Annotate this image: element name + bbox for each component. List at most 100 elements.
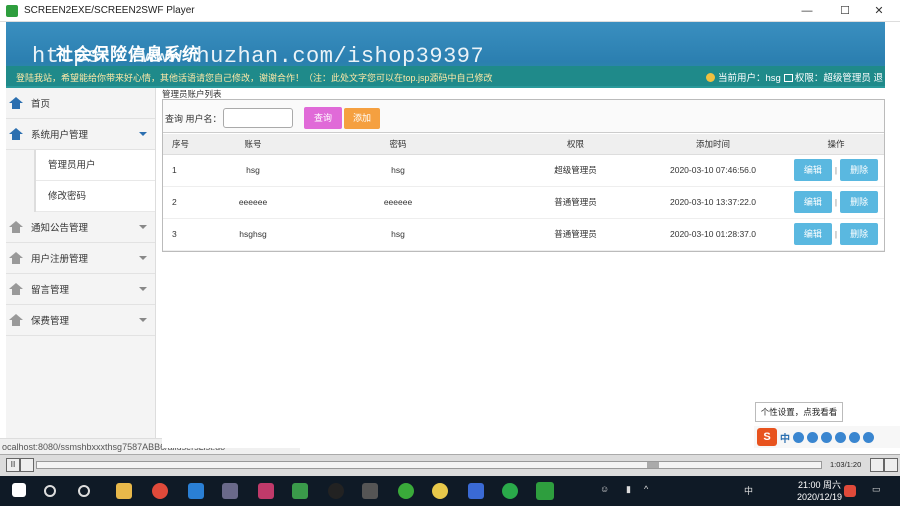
intellij-icon[interactable] [258,483,274,499]
home-icon [9,283,23,295]
chevron-down-icon [139,132,147,136]
browser-360-icon[interactable] [398,483,414,499]
ime-emoji-icon[interactable] [807,431,818,443]
chevron-down-icon [139,256,147,260]
window-title: SCREEN2EXE/SCREEN2SWF Player [24,5,195,16]
settings-icon[interactable] [20,458,34,472]
admin-users-table: 序号 账号 密码 权限 添加时间 操作 1 hsg hsg 超级管理员 2020… [163,134,884,251]
action-center-icon[interactable]: ▭ [872,484,881,495]
ime-tools-icon[interactable] [863,431,874,443]
sidebar-item-notices[interactable]: 通知公告管理 [6,212,155,243]
file-explorer-icon[interactable] [116,483,132,499]
table-row: 2 eeeeee eeeeee 普通管理员 2020-03-10 13:37:2… [163,186,884,219]
cell-role: 普通管理员 [513,218,638,251]
column-header-account: 账号 [223,134,283,155]
qq-icon[interactable] [328,483,344,499]
submenu-item-change-password[interactable]: 修改密码 [36,181,155,212]
sidebar-item-label: 用户注册管理 [31,254,89,265]
notepad-icon[interactable] [292,483,308,499]
player-app-icon [6,4,18,17]
cell-password: hsg [283,218,513,251]
clock-date: 2020/12/19 [796,492,842,502]
username-search-input[interactable] [223,108,293,128]
sidebar-item-system-users[interactable]: 系统用户管理 [6,119,155,150]
home-icon [9,314,23,326]
edge-icon[interactable] [188,483,204,499]
sidebar-item-label: 系统用户管理 [31,130,89,141]
current-user: 当前用户：hsg [718,73,781,84]
query-button[interactable]: 查询 [304,107,342,129]
ime-skin-icon[interactable] [849,431,860,443]
tray-people-icon[interactable]: ☺ [600,484,609,494]
notification-badge-icon[interactable] [844,485,856,497]
chrome-icon[interactable] [152,483,168,499]
cell-password: hsg [283,154,513,187]
tray-expand-icon[interactable]: ^ [644,484,648,494]
cell-seq: 3 [163,218,223,251]
player-title-bar: SCREEN2EXE/SCREEN2SWF Player — ☐ ✕ [0,0,900,22]
tray-ime-mode[interactable]: 中 [744,484,753,497]
ime-voice-icon[interactable] [821,431,832,443]
delete-button[interactable]: 删除 [840,223,879,245]
sidebar-item-registrations[interactable]: 用户注册管理 [6,243,155,274]
home-icon [9,221,23,233]
ime-chinese-mode[interactable]: 中 [780,430,790,445]
sidebar-item-label: 保费管理 [31,316,70,327]
media-player-icon[interactable] [222,483,238,499]
logout-link[interactable]: 退 [873,73,883,84]
cell-account: eeeeee [223,186,283,219]
windows-taskbar: ☺ ▮ ^ 中 21:00 周六 2020/12/19 ▭ [0,476,900,506]
tray-battery-icon: ▮ [626,484,631,494]
sidebar-item-messages[interactable]: 留言管理 [6,274,155,305]
ime-keyboard-icon[interactable] [835,431,846,443]
minimize-button[interactable]: — [790,0,824,22]
delete-button[interactable]: 删除 [840,191,879,213]
ime-toolbar: S 中 [754,426,900,448]
action-separator: | [834,197,838,207]
close-button[interactable]: ✕ [862,0,896,22]
home-icon [9,252,23,264]
cell-actions: 编辑 | 删除 [788,218,884,251]
cortana-icon[interactable] [44,485,56,497]
cell-actions: 编辑 | 删除 [788,186,884,219]
sogou-ime-logo[interactable]: S [757,428,777,446]
sidebar-item-premiums[interactable]: 保费管理 [6,305,155,336]
pause-button[interactable]: II [6,458,20,472]
column-header-role: 权限 [513,134,638,155]
edit-button[interactable]: 编辑 [793,159,832,181]
wechat-icon[interactable] [502,483,518,499]
marquee-text: 登陆我站，希望能给你带来好心情，其他话语请您自己修改，谢谢合作！（注：此处文字您… [16,73,493,83]
search-icon[interactable] [78,485,90,497]
cell-time: 2020-03-10 13:37:22.0 [638,186,788,219]
seek-thumb[interactable] [647,462,659,468]
edit-button[interactable]: 编辑 [793,191,832,213]
ime-punctuation-icon[interactable] [793,431,804,443]
action-separator: | [834,229,838,239]
user-icon [706,73,715,82]
screen2exe-icon[interactable] [536,482,554,500]
fullscreen-icon[interactable] [870,458,884,472]
tools-icon[interactable] [362,483,378,499]
app-icon[interactable] [432,483,448,499]
search-row: 查询 用户名： 查询 添加 [163,100,884,133]
app-header: 社会保险信息系统 https://www.huzhan.com/ishop393… [6,22,885,88]
sidebar-item-home[interactable]: 首页 [6,88,155,119]
cell-password: eeeeee [283,186,513,219]
column-header-password: 密码 [283,134,513,155]
clock-time: 21:00 周六 [797,480,841,490]
maximize-button[interactable]: ☐ [828,0,862,22]
add-button[interactable]: 添加 [344,108,380,129]
edit-button[interactable]: 编辑 [793,223,832,245]
windows-start-icon[interactable] [12,483,26,497]
player-control-bar: II 1:03/1:20 [0,454,900,476]
permission-label: 权限：超级管理员 [794,73,871,84]
seek-slider[interactable] [36,461,822,469]
sidebar-item-label: 首页 [31,99,51,110]
taskbar-clock[interactable]: 21:00 周六 2020/12/19 [797,479,842,503]
fit-icon[interactable] [884,458,898,472]
eclipse-icon[interactable] [468,483,484,499]
delete-button[interactable]: 删除 [840,159,879,181]
ime-settings-tooltip[interactable]: 个性设置，点我看看 [755,402,843,422]
submenu-item-admin-users[interactable]: 管理员用户 [36,150,155,181]
column-header-time: 添加时间 [638,134,788,155]
